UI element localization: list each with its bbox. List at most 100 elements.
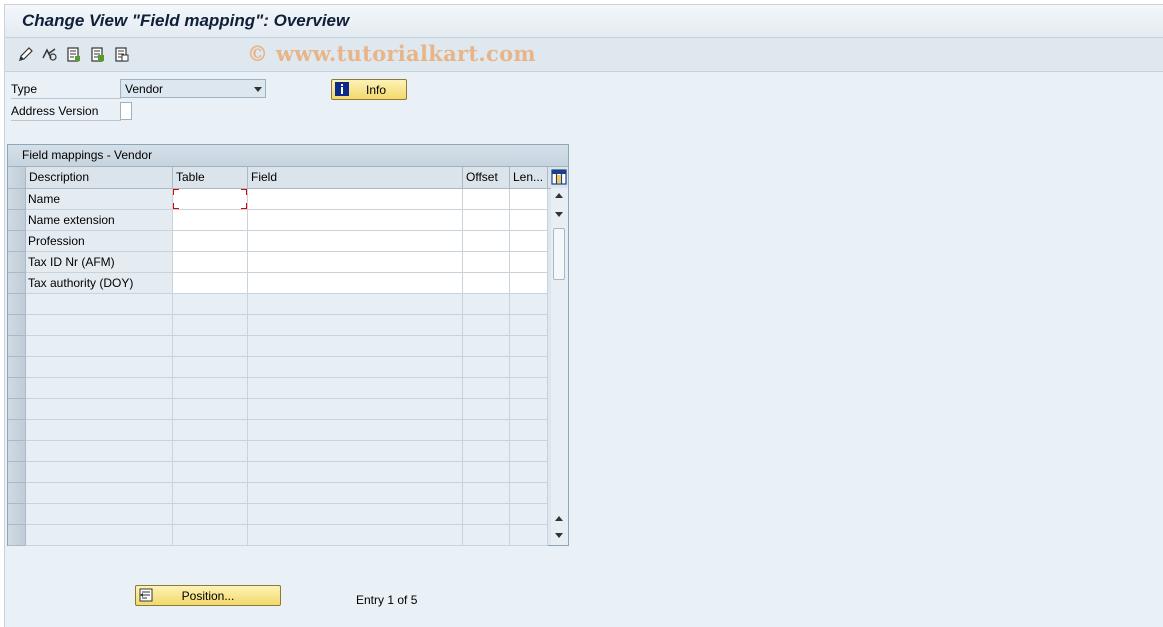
cell-field[interactable] — [248, 378, 463, 399]
cell-table[interactable] — [173, 294, 248, 315]
table-row[interactable] — [8, 315, 548, 336]
column-header-field[interactable]: Field — [248, 167, 463, 188]
cell-table[interactable] — [173, 399, 248, 420]
column-header-length[interactable]: Len... — [510, 167, 548, 188]
cell-length[interactable] — [510, 504, 548, 525]
cell-length[interactable] — [510, 336, 548, 357]
cell-offset[interactable] — [463, 336, 510, 357]
row-selector[interactable] — [8, 525, 26, 546]
cell-table[interactable] — [173, 357, 248, 378]
row-selector[interactable] — [8, 315, 26, 336]
cell-field[interactable] — [248, 525, 463, 546]
cell-table[interactable] — [173, 483, 248, 504]
vertical-scrollbar[interactable] — [551, 188, 568, 545]
cell-offset[interactable] — [463, 483, 510, 504]
cell-field[interactable] — [248, 294, 463, 315]
row-selector[interactable] — [8, 504, 26, 525]
table-row[interactable] — [8, 399, 548, 420]
cell-offset[interactable] — [463, 315, 510, 336]
cell-length[interactable] — [510, 441, 548, 462]
row-selector[interactable] — [8, 189, 26, 210]
cell-length[interactable] — [510, 378, 548, 399]
cell-length[interactable] — [510, 210, 548, 231]
table-row[interactable] — [8, 525, 548, 546]
scroll-page-up-icon[interactable] — [555, 516, 563, 521]
scroll-thumb[interactable] — [553, 228, 565, 280]
row-selector[interactable] — [8, 294, 26, 315]
cell-length[interactable] — [510, 294, 548, 315]
cell-length[interactable] — [510, 252, 548, 273]
type-dropdown[interactable]: Vendor — [120, 79, 266, 98]
info-button[interactable]: Info — [331, 79, 407, 100]
table-settings-icon[interactable] — [551, 169, 567, 185]
column-header-offset[interactable]: Offset — [463, 167, 510, 188]
cell-length[interactable] — [510, 399, 548, 420]
cell-offset[interactable] — [463, 441, 510, 462]
cell-table[interactable] — [173, 420, 248, 441]
cell-field[interactable] — [248, 210, 463, 231]
row-selector[interactable] — [8, 441, 26, 462]
column-header-description[interactable]: Description — [26, 167, 173, 188]
cell-field[interactable] — [248, 357, 463, 378]
edit-pencil-icon[interactable] — [17, 46, 34, 63]
cell-table[interactable] — [173, 525, 248, 546]
select-all-rows-cell[interactable] — [8, 167, 26, 188]
cell-offset[interactable] — [463, 462, 510, 483]
scroll-page-down-icon[interactable] — [555, 533, 563, 538]
row-selector[interactable] — [8, 399, 26, 420]
table-row[interactable]: Name extension — [8, 210, 548, 231]
cell-length[interactable] — [510, 420, 548, 441]
row-selector[interactable] — [8, 420, 26, 441]
row-selector[interactable] — [8, 231, 26, 252]
table-row[interactable]: Name — [8, 189, 548, 210]
cell-length[interactable] — [510, 357, 548, 378]
cell-offset[interactable] — [463, 378, 510, 399]
cell-table[interactable] — [173, 210, 248, 231]
cell-offset[interactable] — [463, 357, 510, 378]
table-row[interactable] — [8, 462, 548, 483]
cell-offset[interactable] — [463, 294, 510, 315]
cell-field[interactable] — [248, 336, 463, 357]
cell-field[interactable] — [248, 483, 463, 504]
cell-table[interactable] — [173, 189, 248, 210]
table-row[interactable] — [8, 420, 548, 441]
cell-table[interactable] — [173, 336, 248, 357]
cell-field[interactable] — [248, 504, 463, 525]
address-version-field[interactable] — [120, 102, 132, 120]
cell-offset[interactable] — [463, 504, 510, 525]
cell-offset[interactable] — [463, 399, 510, 420]
cell-field[interactable] — [248, 231, 463, 252]
cell-length[interactable] — [510, 525, 548, 546]
table-row[interactable] — [8, 441, 548, 462]
cell-offset[interactable] — [463, 252, 510, 273]
select-all-icon[interactable] — [89, 46, 106, 63]
table-row[interactable] — [8, 336, 548, 357]
cell-field[interactable] — [248, 399, 463, 420]
cell-length[interactable] — [510, 462, 548, 483]
table-row[interactable] — [8, 378, 548, 399]
row-selector[interactable] — [8, 336, 26, 357]
cell-table[interactable] — [173, 315, 248, 336]
cell-field[interactable] — [248, 189, 463, 210]
row-selector[interactable] — [8, 273, 26, 294]
cell-table[interactable] — [173, 378, 248, 399]
cell-length[interactable] — [510, 273, 548, 294]
row-selector[interactable] — [8, 252, 26, 273]
cell-offset[interactable] — [463, 420, 510, 441]
cell-length[interactable] — [510, 231, 548, 252]
deselect-all-icon[interactable] — [113, 46, 130, 63]
cell-offset[interactable] — [463, 210, 510, 231]
table-row[interactable] — [8, 483, 548, 504]
column-header-table[interactable]: Table — [173, 167, 248, 188]
cell-field[interactable] — [248, 273, 463, 294]
table-row[interactable] — [8, 294, 548, 315]
cell-length[interactable] — [510, 483, 548, 504]
row-selector[interactable] — [8, 210, 26, 231]
cell-offset[interactable] — [463, 189, 510, 210]
position-button[interactable]: Position... — [135, 585, 281, 606]
cell-field[interactable] — [248, 462, 463, 483]
cell-field[interactable] — [248, 252, 463, 273]
cell-table[interactable] — [173, 252, 248, 273]
cell-length[interactable] — [510, 189, 548, 210]
table-row[interactable]: Tax ID Nr (AFM) — [8, 252, 548, 273]
